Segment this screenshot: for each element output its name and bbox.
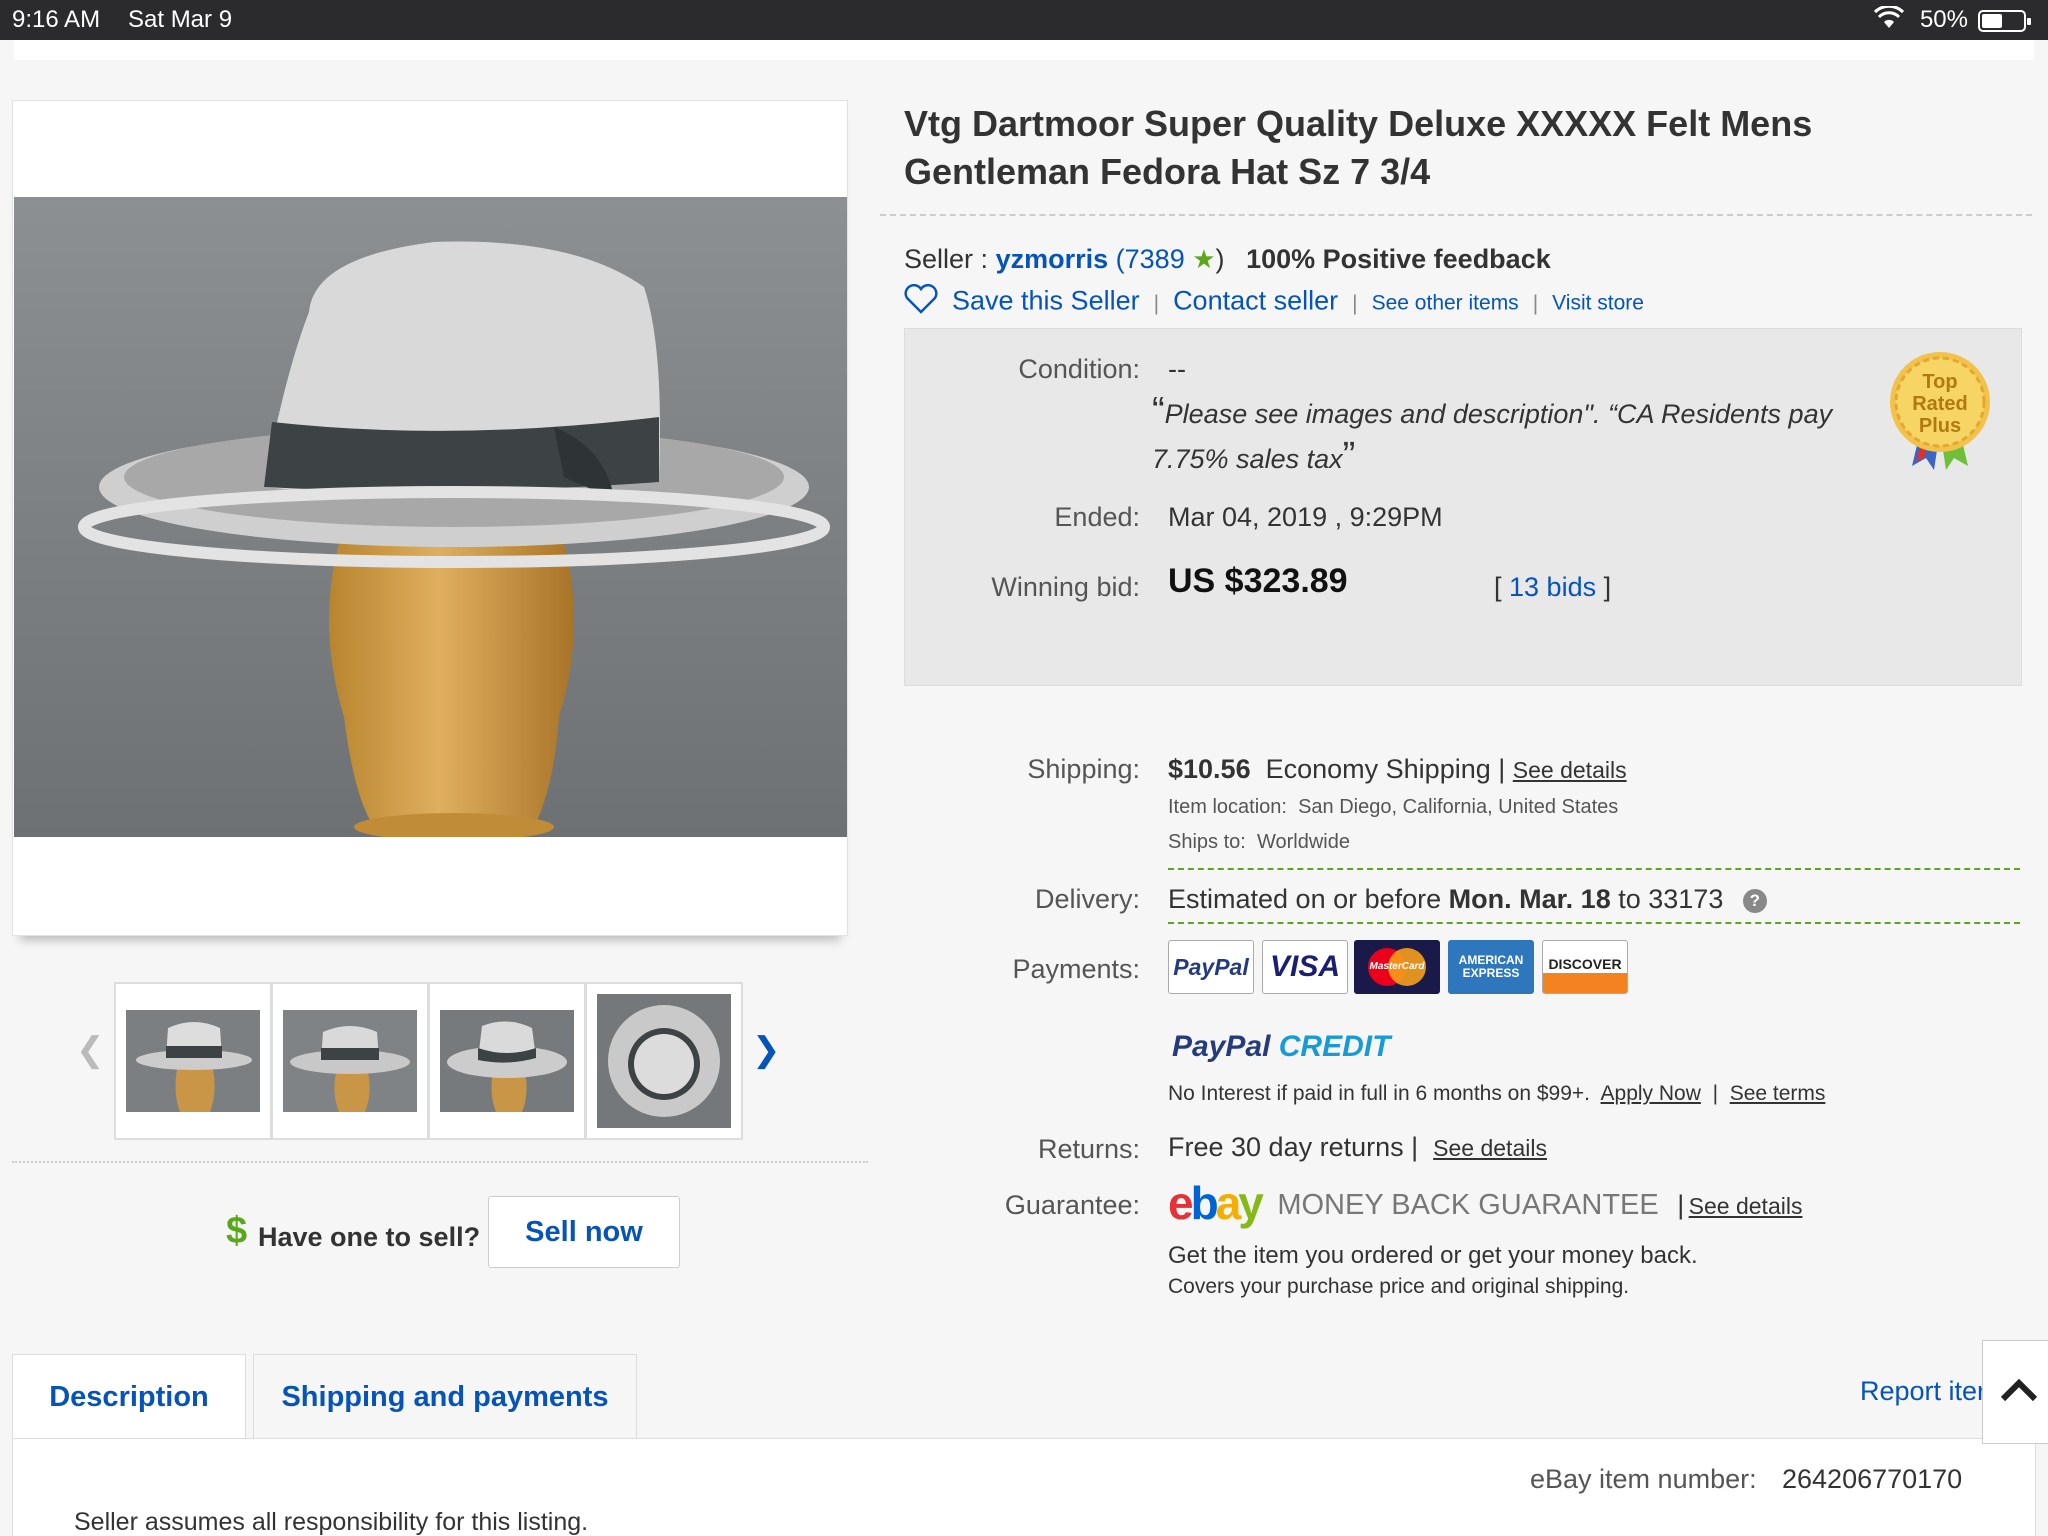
star-icon: ★	[1192, 244, 1216, 274]
main-item-photo[interactable]	[14, 197, 847, 837]
shipping-value: $10.56 Economy Shipping | See details	[1168, 754, 1627, 784]
svg-text:Top: Top	[1922, 371, 1957, 393]
item-number: 264206770170	[1782, 1464, 1963, 1494]
image-gallery[interactable]	[12, 100, 848, 936]
shipping-price: $10.56	[1168, 754, 1251, 784]
shipping-label: Shipping:	[1027, 754, 1140, 784]
bid-history: [ 13 bids ]	[1494, 572, 1612, 602]
ships-to: Ships to: Worldwide	[1168, 831, 1350, 853]
chevron-left-icon[interactable]: ❮	[76, 1030, 105, 1070]
guarantee-label: Guarantee:	[1004, 1190, 1140, 1220]
guarantee-see-details-link[interactable]: See details	[1689, 1193, 1803, 1219]
positive-feedback: 100% Positive feedback	[1246, 244, 1551, 274]
returns-label: Returns:	[1037, 1134, 1140, 1164]
seller-label: Seller :	[904, 244, 989, 274]
see-other-items-link[interactable]: See other items	[1372, 292, 1519, 315]
guarantee-line1: Get the item you ordered or get your mon…	[1168, 1242, 1698, 1269]
divider	[1168, 922, 2020, 924]
have-one-to-sell-label: Have one to sell?	[258, 1222, 481, 1252]
visit-store-link[interactable]: Visit store	[1552, 292, 1644, 315]
feedback-score-link[interactable]: 7389	[1125, 244, 1185, 274]
condition-note: “Please see images and description". “CA…	[1152, 390, 1833, 477]
sell-now-button[interactable]: Sell now	[488, 1196, 680, 1268]
payments-label: Payments:	[1012, 954, 1140, 984]
condition-value: --	[1168, 354, 1186, 384]
status-time: 9:16 AM	[12, 6, 101, 33]
top-rated-plus-badge: Top Rated Plus	[1872, 346, 2008, 470]
status-date: Sat Mar 9	[128, 6, 233, 33]
help-icon[interactable]: ?	[1742, 889, 1767, 913]
apply-now-link[interactable]: Apply Now	[1601, 1082, 1701, 1105]
tab-description[interactable]: Description	[12, 1354, 246, 1440]
chevron-up-icon	[2000, 1378, 2038, 1402]
paypal-card-icon: PayPal	[1168, 940, 1254, 994]
divider	[12, 1161, 868, 1163]
thumbnail[interactable]	[271, 982, 429, 1140]
see-terms-link[interactable]: See terms	[1730, 1082, 1826, 1105]
item-location: Item location: San Diego, California, Un…	[1168, 796, 1619, 818]
guarantee-line2: Covers your purchase price and original …	[1168, 1275, 1630, 1298]
winning-bid-value: US $323.89	[1168, 562, 1348, 600]
seller-info: Seller : yzmorris (7389 ★) 100% Positive…	[904, 244, 1551, 274]
item-number-label: eBay item number:	[1530, 1464, 1757, 1494]
discover-card-icon: DISCOVER	[1542, 940, 1628, 994]
paypal-credit-logo: PayPal CREDIT	[1172, 1030, 1391, 1063]
battery-percent: 50%	[1919, 6, 1968, 33]
thumbnail[interactable]	[114, 982, 272, 1140]
visa-card-icon: VISA	[1262, 940, 1348, 994]
save-seller-link[interactable]: Save this Seller	[952, 286, 1140, 316]
wifi-icon	[1873, 4, 1905, 37]
chevron-right-icon[interactable]: ❯	[752, 1030, 781, 1070]
paypal-credit-note: No Interest if paid in full in 6 months …	[1168, 1082, 1826, 1105]
returns-value: Free 30 day returns | See details	[1168, 1132, 1547, 1162]
thumbnail[interactable]	[428, 982, 586, 1140]
bids-count-link[interactable]: 13 bids	[1509, 572, 1596, 602]
thumbnail[interactable]	[585, 982, 743, 1140]
seller-username-link[interactable]: yzmorris	[996, 244, 1109, 274]
dollar-icon: $	[226, 1210, 248, 1252]
svg-text:Rated: Rated	[1912, 393, 1968, 415]
ebay-logo: ebay	[1168, 1177, 1264, 1229]
report-item-link[interactable]: Report iter	[1860, 1376, 1986, 1407]
divider	[880, 214, 2032, 216]
ended-label: Ended:	[1054, 502, 1140, 532]
condition-label: Condition:	[1018, 354, 1140, 384]
ios-status-bar: 9:16 AM Sat Mar 9 50%	[0, 0, 2048, 40]
svg-text:Plus: Plus	[1919, 415, 1961, 437]
mastercard-card-icon: MasterCard	[1354, 940, 1440, 994]
delivery-label: Delivery:	[1034, 884, 1140, 914]
delivery-estimate: Estimated on or before Mon. Mar. 18 to 3…	[1168, 884, 1767, 915]
amex-card-icon: AMERICAN EXPRESS	[1448, 940, 1534, 994]
seller-actions: Save this Seller | Contact seller | See othe…	[904, 284, 1644, 321]
shipping-see-details-link[interactable]: See details	[1513, 757, 1627, 783]
contact-seller-link[interactable]: Contact seller	[1173, 286, 1338, 316]
page-top-strip	[14, 40, 2034, 60]
description-text: Seller assumes all responsibility for th…	[74, 1508, 589, 1536]
heart-icon[interactable]	[904, 284, 938, 321]
item-title: Vtg Dartmoor Super Quality Deluxe XXXXX …	[904, 103, 1813, 192]
ended-value: Mar 04, 2019 , 9:29PM	[1168, 502, 1443, 532]
returns-see-details-link[interactable]: See details	[1433, 1135, 1547, 1161]
battery-icon	[1978, 10, 2031, 32]
winning-bid-label: Winning bid:	[991, 572, 1140, 602]
scroll-to-top-button[interactable]	[1982, 1340, 2048, 1444]
divider	[1168, 868, 2020, 870]
tab-shipping-and-payments[interactable]: Shipping and payments	[253, 1354, 637, 1438]
ebay-money-back-guarantee: ebay MONEY BACK GUARANTEE | See details	[1168, 1177, 1803, 1229]
